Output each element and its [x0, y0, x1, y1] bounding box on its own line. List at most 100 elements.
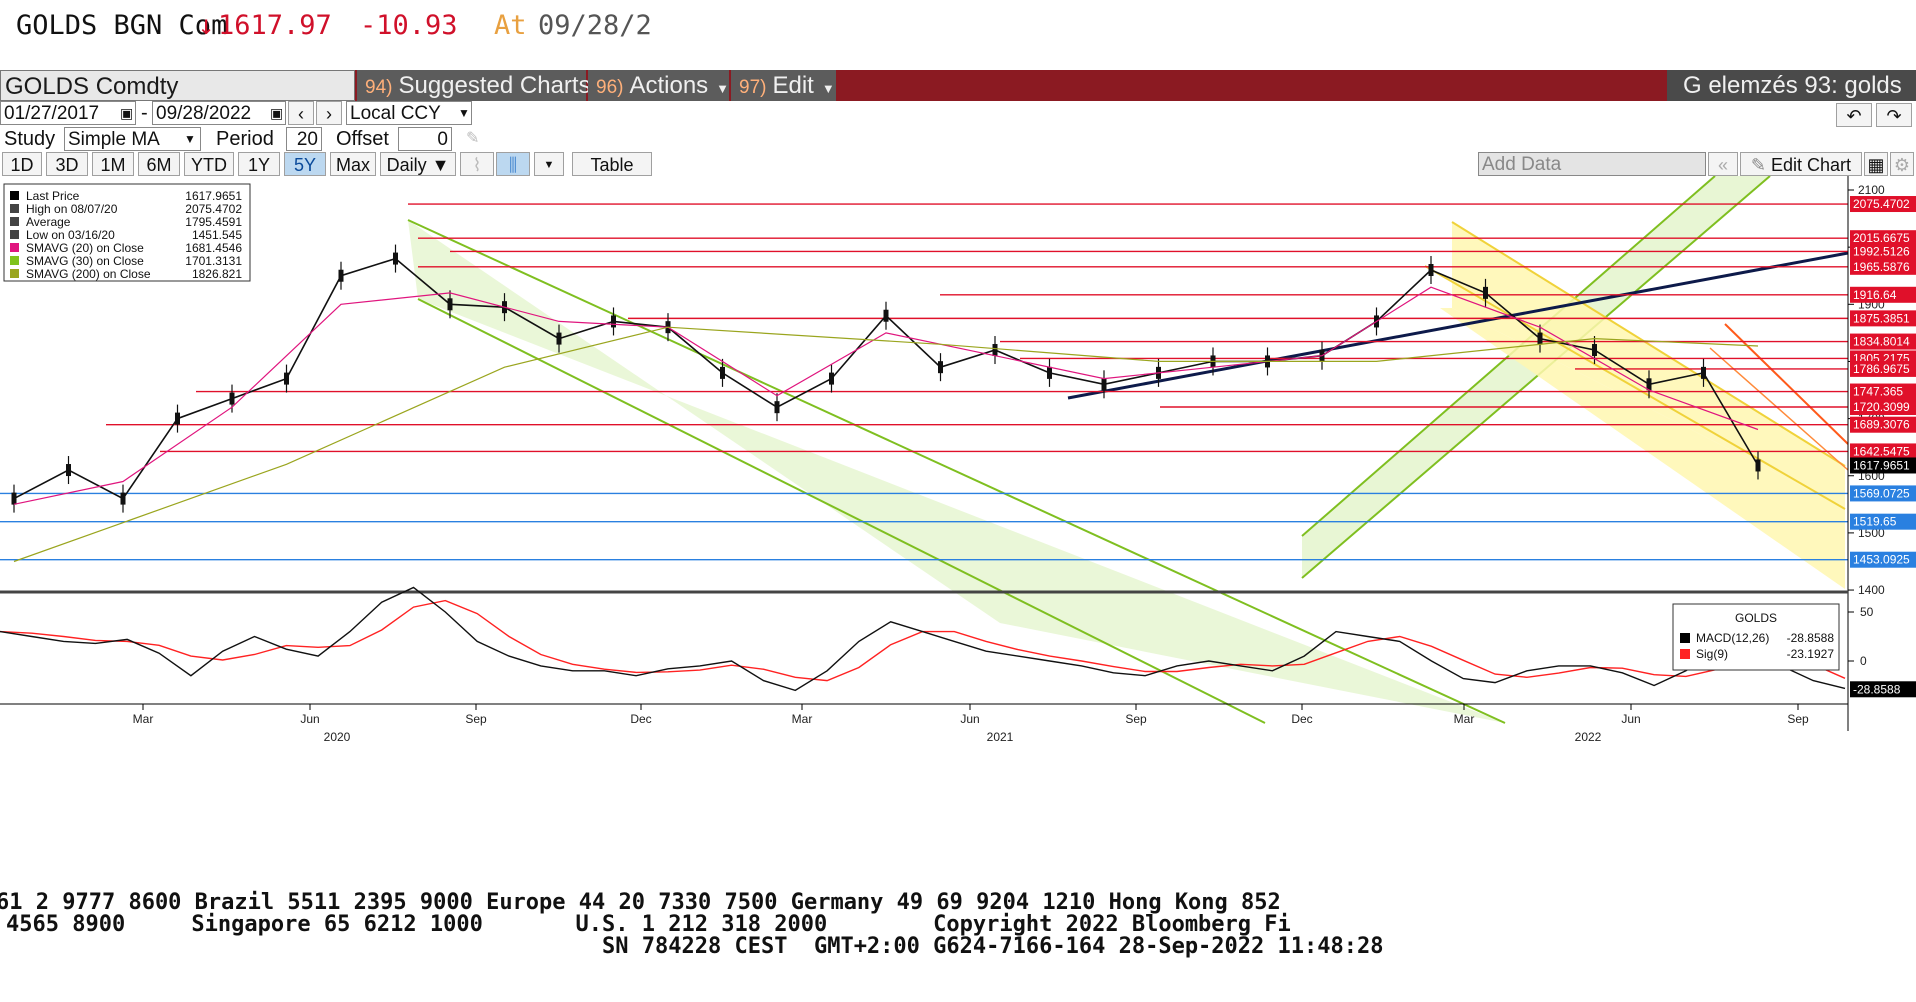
undo-button[interactable]: ↶ [1836, 103, 1872, 127]
x-tick-label: Sep [1125, 712, 1147, 726]
study-select[interactable]: Simple MA [64, 127, 201, 151]
quote-at-label: At [494, 10, 527, 41]
actions-menu-button[interactable]: 96) Actions ▼ [588, 70, 729, 101]
y-tick-label: 1400 [1858, 583, 1885, 597]
price-candle-body [1101, 378, 1107, 391]
security-field-text: GOLDS Comdty [5, 73, 179, 100]
suggested-charts-button[interactable]: 94) Suggested Charts [357, 70, 591, 101]
security-field[interactable]: GOLDS Comdty [0, 70, 355, 101]
offset-input[interactable]: 0 [398, 127, 452, 151]
range-5y-button[interactable]: 5Y [284, 152, 326, 176]
price-chart[interactable]: 21002000190018001700160015001400 2075.47… [0, 176, 1916, 880]
legend-swatch [10, 230, 19, 239]
price-level-value: 1617.9651 [1853, 458, 1910, 472]
period-input[interactable]: 20 [286, 127, 322, 151]
macd-legend-swatch [1680, 649, 1690, 659]
study-row: Study Simple MA ▼ Period 20 Offset 0 ✎ [0, 127, 1916, 152]
calendar-icon[interactable]: ▣ [270, 101, 283, 125]
chart-type-bar-icon[interactable]: ⫼ [496, 152, 530, 176]
price-candle-body [175, 412, 180, 425]
range-1y-button[interactable]: 1Y [238, 152, 280, 176]
ticker-line-3: SN 784228 CEST GMT+2:00 G624-7166-164 28… [6, 934, 1384, 959]
chevron-down-icon[interactable]: ▼ [458, 101, 470, 125]
range-ytd-button[interactable]: YTD [184, 152, 234, 176]
macd-legend-label: Sig(9) [1696, 647, 1728, 661]
quote-line: GOLDS BGN Com ↓ 1617.97 -10.93 At 09/28/… [0, 0, 1916, 56]
edit-label: Edit [772, 72, 814, 99]
start-date-text: 01/27/2017 [4, 103, 100, 124]
edit-dropdown-icon: ▼ [821, 81, 835, 96]
chevron-down-icon[interactable]: ▼ [184, 127, 196, 151]
green-channel-lower-line [417, 298, 1266, 724]
chart-title: G elemzés 93: golds [1667, 70, 1916, 101]
x-tick-label: Dec [630, 712, 651, 726]
price-level-value: 1834.8014 [1853, 335, 1910, 349]
end-date-input[interactable]: 09/28/2022 [152, 101, 286, 125]
legend-swatch [10, 204, 19, 213]
table-button[interactable]: Table [572, 152, 652, 176]
pencil-icon[interactable]: ✎ [466, 127, 479, 151]
price-level-value: 1875.3851 [1853, 311, 1910, 325]
redo-button[interactable]: ↷ [1876, 103, 1912, 127]
legend-label: High on 08/07/20 [26, 202, 118, 216]
prev-period-button[interactable]: ‹ [288, 101, 314, 125]
quote-time: 09/28/2 [538, 10, 652, 41]
macd-legend-swatch [1680, 633, 1690, 643]
offset-label: Offset [336, 128, 389, 150]
currency-select[interactable]: Local CCY [346, 101, 472, 125]
price-candle-body [1755, 459, 1761, 472]
legend-value: 1681.4546 [185, 241, 242, 255]
footer-ticker: 61 2 9777 8600 Brazil 5511 2395 9000 Eur… [0, 880, 1916, 1002]
price-candle-body [229, 392, 235, 405]
price-candle-body [338, 269, 344, 282]
end-date-text: 09/28/2022 [156, 103, 252, 124]
price-level-value: 2015.6675 [1853, 231, 1910, 245]
calendar-icon[interactable]: ▣ [120, 101, 133, 125]
edit-num: 97) [739, 77, 767, 98]
suggested-charts-num: 94) [365, 77, 393, 98]
next-period-button[interactable]: › [316, 101, 342, 125]
support-level-value: 1453.0925 [1853, 553, 1910, 567]
edit-chart-button[interactable]: ✎ Edit Chart [1740, 152, 1862, 176]
start-date-input[interactable]: 01/27/2017 [0, 101, 136, 125]
macd-legend-value: -28.8588 [1787, 631, 1835, 645]
price-candle-body [1047, 366, 1052, 379]
macd-tick-label: 50 [1860, 605, 1874, 619]
price-candle-body [774, 401, 780, 414]
date-dash: - [141, 102, 148, 124]
legend-value: 2075.4702 [185, 202, 242, 216]
suggested-charts-label: Suggested Charts [398, 72, 591, 99]
legend-swatch [10, 269, 19, 278]
range-6m-button[interactable]: 6M [138, 152, 180, 176]
gear-icon[interactable]: ⚙ [1890, 152, 1914, 176]
quote-price: 1617.97 [218, 10, 332, 41]
title-bar: GOLDS Comdty 94) Suggested Charts 96) Acti… [0, 70, 1916, 101]
range-1m-button[interactable]: 1M [92, 152, 134, 176]
legend-value: 1826.821 [192, 267, 242, 281]
price-candle-body [1537, 332, 1543, 345]
collapse-panel-button[interactable]: « [1708, 152, 1738, 176]
chart-settings-icon[interactable]: ▦ [1864, 152, 1888, 176]
add-data-input[interactable]: Add Data [1478, 152, 1706, 176]
range-3d-button[interactable]: 3D [46, 152, 88, 176]
edit-menu-button[interactable]: 97) Edit ▼ [731, 70, 836, 101]
price-candle-body [1483, 286, 1488, 299]
macd-signal-line [0, 599, 1846, 682]
legend-value: 1701.3131 [185, 254, 242, 268]
price-candle-body [611, 315, 616, 328]
actions-num: 96) [596, 77, 624, 98]
range-max-button[interactable]: Max [330, 152, 376, 176]
macd-current-value: -28.8588 [1853, 682, 1901, 696]
price-candle-body [11, 492, 17, 505]
price-level-value: 1916.64 [1853, 288, 1897, 302]
range-1d-button[interactable]: 1D [2, 152, 42, 176]
price-candle-body [1701, 366, 1706, 379]
x-tick-label: Mar [1454, 712, 1475, 726]
frequency-select[interactable]: Daily ▼ [380, 152, 456, 176]
x-year-label: 2022 [1575, 730, 1602, 744]
chart-type-dropdown[interactable]: ▼ [534, 152, 564, 176]
support-level-value: 1519.65 [1853, 515, 1897, 529]
chart-type-line-icon[interactable]: ⌇ [460, 152, 494, 176]
offset-text: 0 [437, 129, 448, 150]
add-data-placeholder: Add Data [1482, 154, 1562, 175]
